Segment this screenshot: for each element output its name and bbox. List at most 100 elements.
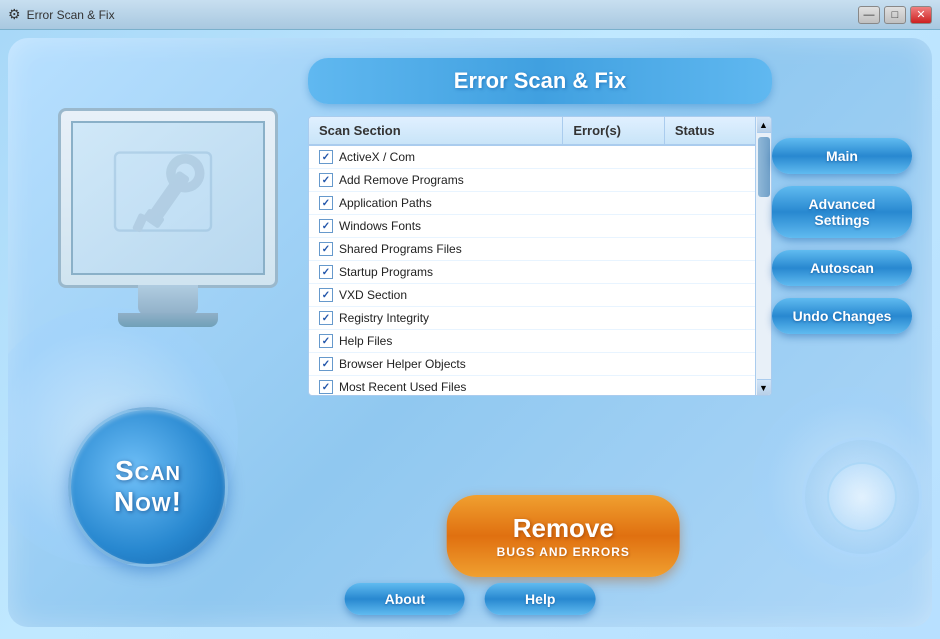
col-scan-section: Scan Section xyxy=(309,117,563,145)
main-body: Error Scan & Fix Scan Section Error(s) S… xyxy=(0,30,940,639)
scan-item-label: Startup Programs xyxy=(339,265,433,279)
scroll-up-button[interactable]: ▲ xyxy=(757,117,771,133)
scan-now-area: Scan Now! xyxy=(68,407,228,567)
scan-item-label: Windows Fonts xyxy=(339,219,421,233)
monitor-base xyxy=(118,313,218,327)
scan-now-line2: Now! xyxy=(114,487,182,518)
monitor-screen xyxy=(71,121,265,275)
scan-item-cell: Most Recent Used Files xyxy=(309,376,563,396)
table-row[interactable]: Most Recent Used Files xyxy=(309,376,771,397)
table-row[interactable]: ActiveX / Com xyxy=(309,145,771,169)
about-button[interactable]: About xyxy=(345,583,465,615)
monitor-stand xyxy=(138,285,198,315)
minimize-button[interactable]: — xyxy=(858,6,880,24)
scan-errors-cell xyxy=(563,145,665,169)
scroll-thumb[interactable] xyxy=(758,137,770,197)
scan-item-checkbox[interactable] xyxy=(319,173,333,187)
scan-item-checkbox[interactable] xyxy=(319,196,333,210)
remove-button[interactable]: Remove BUGS AND ERRORS xyxy=(447,495,680,577)
scan-item-checkbox[interactable] xyxy=(319,357,333,371)
table-row[interactable]: Browser Helper Objects xyxy=(309,353,771,376)
scan-table-container: Scan Section Error(s) Status ActiveX / C… xyxy=(308,116,772,396)
scan-item-cell: Browser Helper Objects xyxy=(309,353,563,375)
table-row[interactable]: Windows Fonts xyxy=(309,215,771,238)
table-row[interactable]: Shared Programs Files xyxy=(309,238,771,261)
scan-item-checkbox[interactable] xyxy=(319,150,333,164)
scan-item-cell: Shared Programs Files xyxy=(309,238,563,260)
scan-now-line1: Scan xyxy=(115,456,181,487)
title-bar-left: ⚙ Error Scan & Fix xyxy=(8,6,115,23)
scan-item-label: Registry Integrity xyxy=(339,311,429,325)
scan-table: Scan Section Error(s) Status ActiveX / C… xyxy=(309,117,771,396)
table-row[interactable]: Startup Programs xyxy=(309,261,771,284)
table-header-row: Scan Section Error(s) Status xyxy=(309,117,771,145)
scan-errors-cell xyxy=(563,353,665,376)
scan-item-cell: Startup Programs xyxy=(309,261,563,283)
scan-item-checkbox[interactable] xyxy=(319,219,333,233)
table-row[interactable]: Help Files xyxy=(309,330,771,353)
scan-item-cell: Help Files xyxy=(309,330,563,352)
deco-circle-right xyxy=(802,437,922,557)
table-row[interactable]: VXD Section xyxy=(309,284,771,307)
title-bar: ⚙ Error Scan & Fix — □ ✕ xyxy=(0,0,940,30)
scan-errors-cell xyxy=(563,215,665,238)
scan-item-cell: ActiveX / Com xyxy=(309,146,563,168)
scan-item-cell: Add Remove Programs xyxy=(309,169,563,191)
scrollbar[interactable]: ▲ ▼ xyxy=(755,117,771,395)
scan-item-label: Most Recent Used Files xyxy=(339,380,466,394)
scan-errors-cell xyxy=(563,284,665,307)
bottom-buttons: About Help xyxy=(345,583,596,615)
table-row[interactable]: Registry Integrity xyxy=(309,307,771,330)
table-row[interactable]: Add Remove Programs xyxy=(309,169,771,192)
table-row[interactable]: Application Paths xyxy=(309,192,771,215)
deco-inner-circle xyxy=(827,462,897,532)
scan-item-label: ActiveX / Com xyxy=(339,150,415,164)
scroll-down-button[interactable]: ▼ xyxy=(757,379,771,395)
scan-errors-cell xyxy=(563,307,665,330)
wrench-icon xyxy=(103,143,223,263)
col-errors: Error(s) xyxy=(563,117,665,145)
undo-changes-button[interactable]: Undo Changes xyxy=(772,298,912,334)
scan-item-cell: VXD Section xyxy=(309,284,563,306)
advanced-settings-button[interactable]: Advanced Settings xyxy=(772,186,912,238)
scan-item-cell: Application Paths xyxy=(309,192,563,214)
outer-container: Error Scan & Fix Scan Section Error(s) S… xyxy=(8,38,932,627)
scan-item-cell: Registry Integrity xyxy=(309,307,563,329)
app-title-bar: Error Scan & Fix xyxy=(308,58,772,104)
app-title: Error Scan & Fix xyxy=(454,68,626,93)
scan-errors-cell xyxy=(563,376,665,397)
right-nav-buttons: Main Advanced Settings Autoscan Undo Cha… xyxy=(772,138,912,334)
scan-errors-cell xyxy=(563,238,665,261)
app-icon: ⚙ xyxy=(8,6,21,23)
main-button[interactable]: Main xyxy=(772,138,912,174)
remove-sub-label: BUGS AND ERRORS xyxy=(497,545,630,559)
scan-errors-cell xyxy=(563,192,665,215)
scan-item-checkbox[interactable] xyxy=(319,265,333,279)
window-title: Error Scan & Fix xyxy=(27,8,115,22)
scan-item-checkbox[interactable] xyxy=(319,380,333,394)
remove-button-area: Remove BUGS AND ERRORS xyxy=(447,495,680,577)
scan-errors-cell xyxy=(563,261,665,284)
help-button[interactable]: Help xyxy=(485,583,595,615)
scan-item-checkbox[interactable] xyxy=(319,242,333,256)
scan-errors-cell xyxy=(563,169,665,192)
scan-item-cell: Windows Fonts xyxy=(309,215,563,237)
computer-illustration xyxy=(38,98,308,428)
scan-errors-cell xyxy=(563,330,665,353)
autoscan-button[interactable]: Autoscan xyxy=(772,250,912,286)
scan-table-inner: Scan Section Error(s) Status ActiveX / C… xyxy=(308,116,772,396)
monitor xyxy=(58,108,278,288)
scan-item-checkbox[interactable] xyxy=(319,334,333,348)
scan-item-checkbox[interactable] xyxy=(319,288,333,302)
scan-item-checkbox[interactable] xyxy=(319,311,333,325)
scan-item-label: Application Paths xyxy=(339,196,432,210)
close-button[interactable]: ✕ xyxy=(910,6,932,24)
title-bar-controls: — □ ✕ xyxy=(858,6,932,24)
scan-now-button[interactable]: Scan Now! xyxy=(68,407,228,567)
scan-item-label: Shared Programs Files xyxy=(339,242,462,256)
scan-item-label: VXD Section xyxy=(339,288,407,302)
scan-item-label: Help Files xyxy=(339,334,392,348)
maximize-button[interactable]: □ xyxy=(884,6,906,24)
remove-main-label: Remove xyxy=(497,513,630,544)
scan-item-label: Browser Helper Objects xyxy=(339,357,466,371)
